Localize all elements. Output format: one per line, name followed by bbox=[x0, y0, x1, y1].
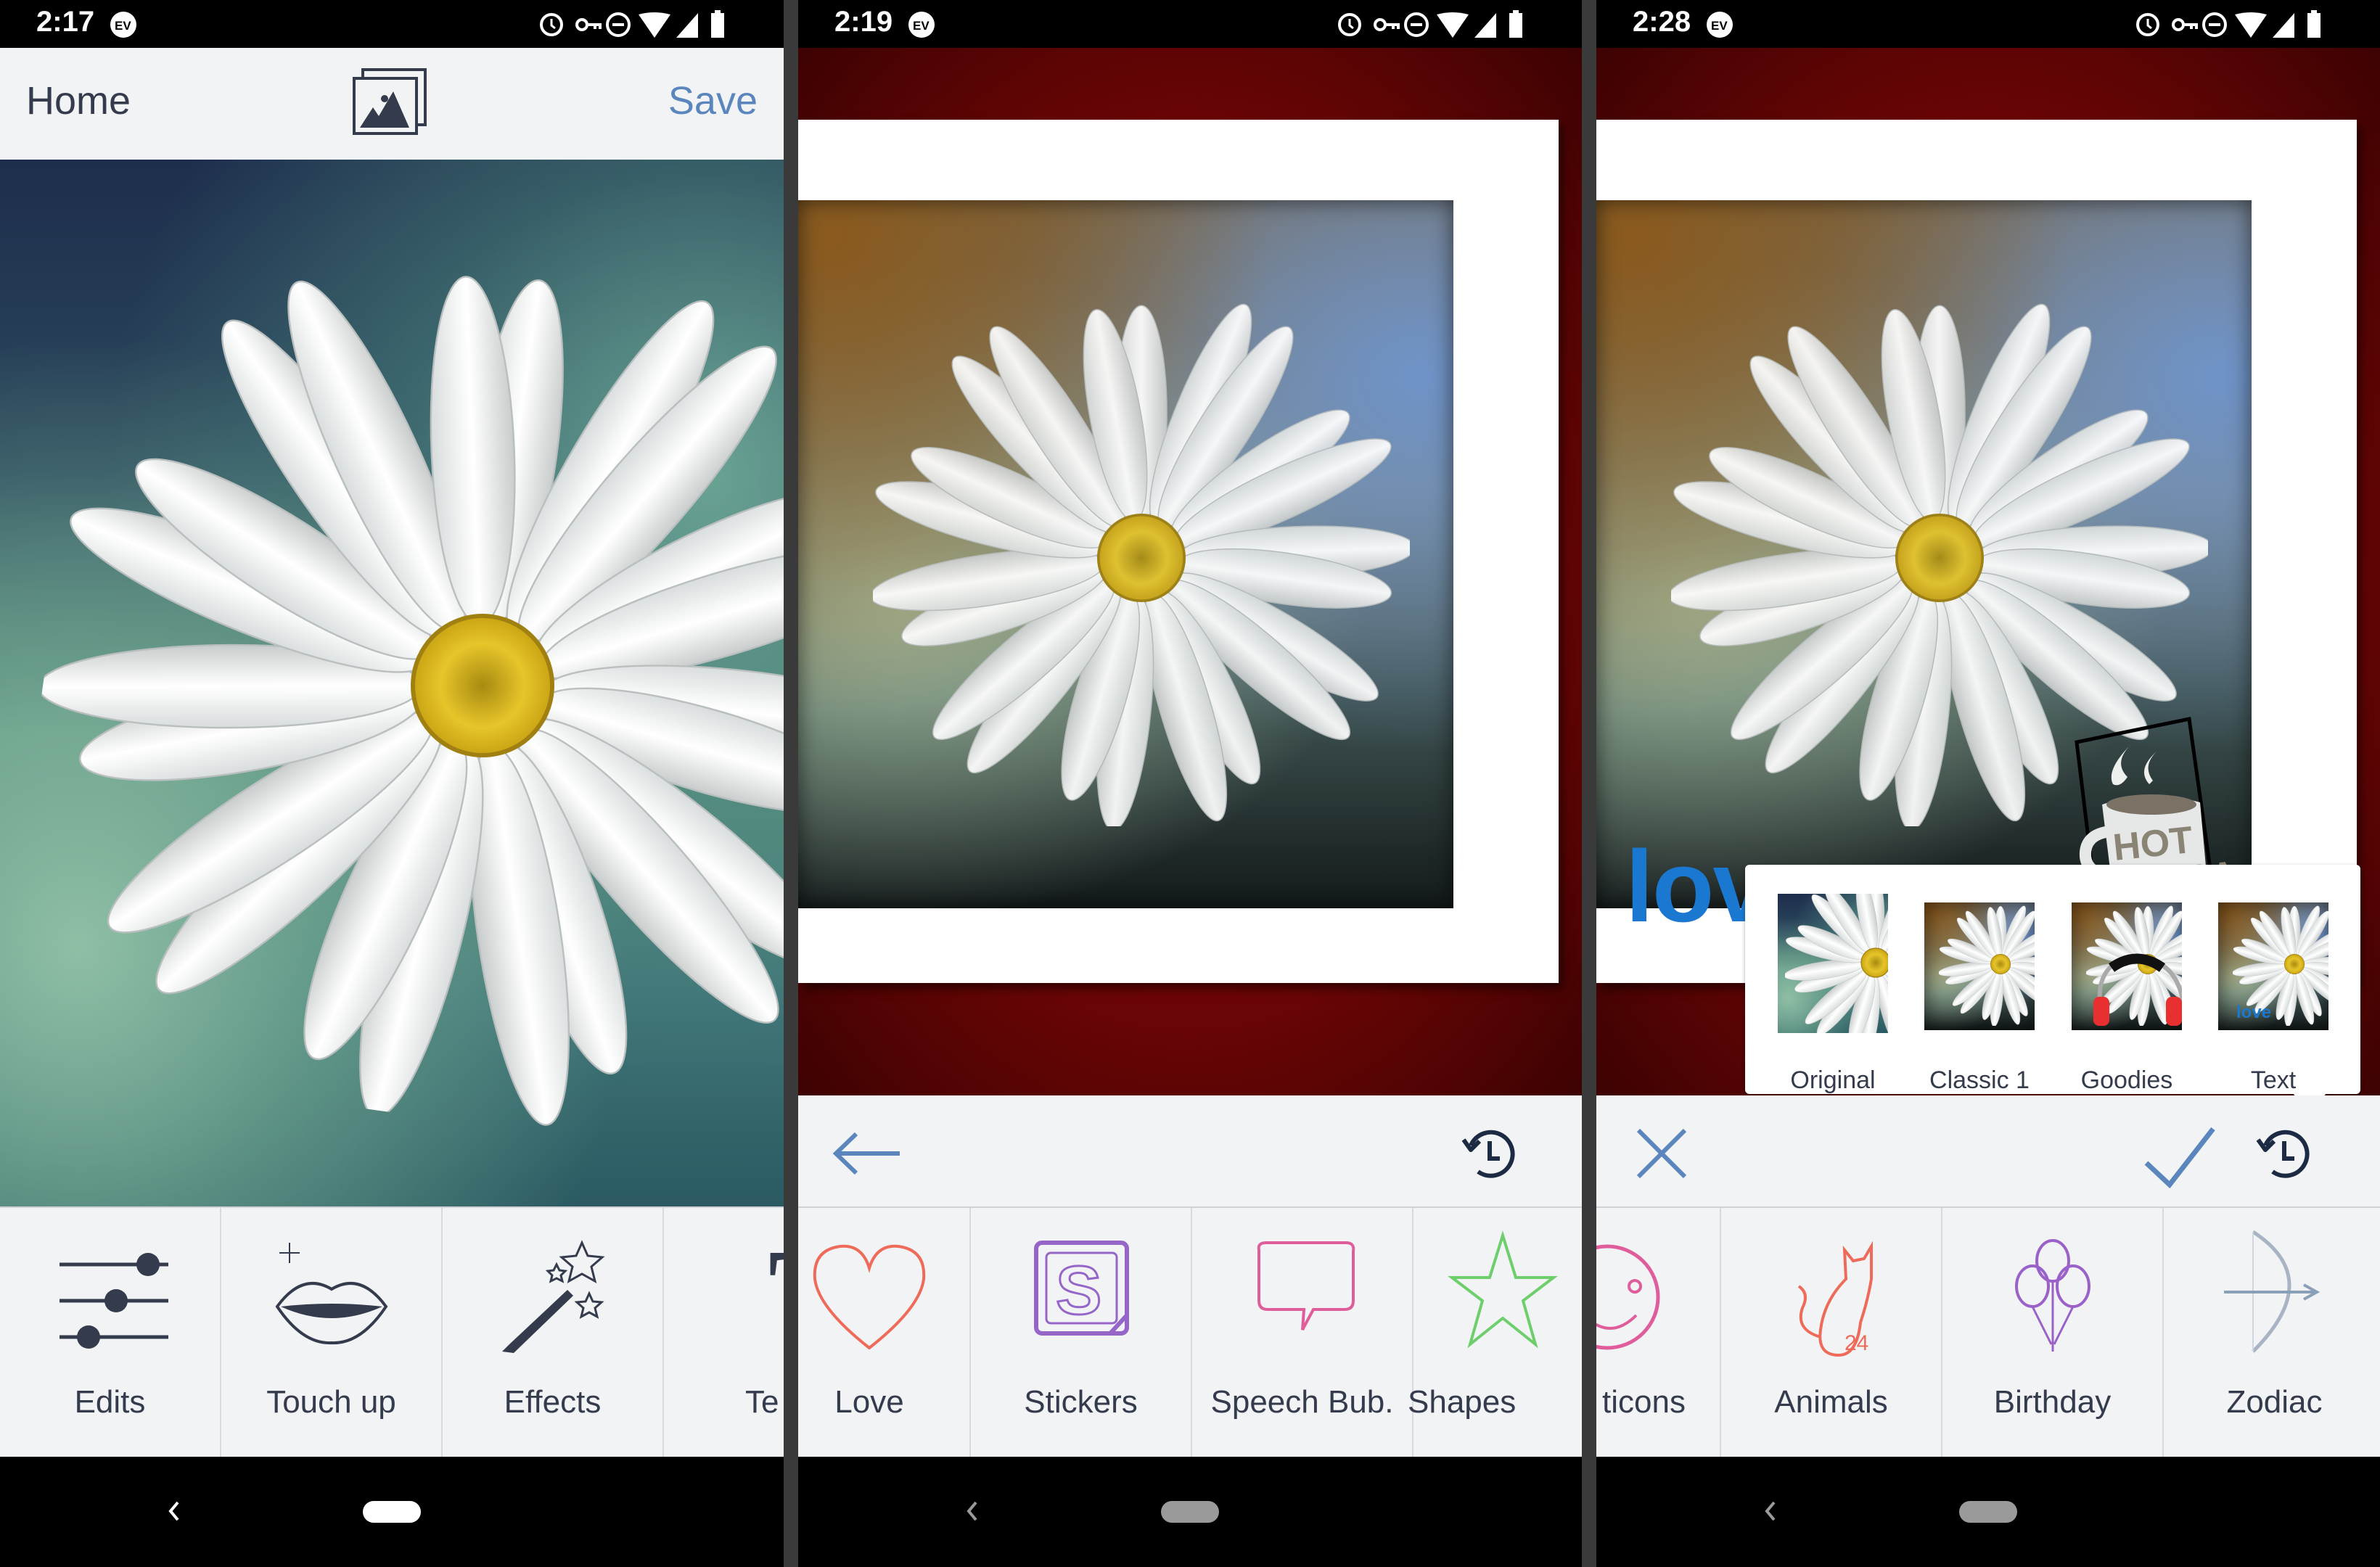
status-time: 2:19 bbox=[834, 6, 893, 38]
status-bar: 2:17 EV bbox=[0, 0, 784, 48]
tool-shapes[interactable]: Shapes bbox=[1408, 1208, 1582, 1458]
history-label: Goodies bbox=[2080, 1066, 2173, 1094]
history-label: Text bbox=[2250, 1066, 2297, 1094]
tool-label: Effects bbox=[504, 1384, 602, 1420]
arrow-left-icon[interactable] bbox=[827, 1128, 907, 1179]
headphones-icon bbox=[2093, 953, 2182, 1026]
history-popup: Original Classic 1 Goodies love Text bbox=[1745, 865, 2360, 1111]
tool-strip: Edits Touch up Effects T Te bbox=[0, 1206, 784, 1458]
history-icon[interactable] bbox=[2249, 1121, 2322, 1190]
tool-strip: Love S Stickers Speech Bub. Shapes bbox=[798, 1206, 1582, 1458]
nav-back-icon[interactable] bbox=[1760, 1497, 1781, 1526]
tool-speech-bubble[interactable]: Speech Bub. bbox=[1192, 1208, 1413, 1458]
tool-label: Touch up bbox=[266, 1384, 396, 1420]
tool-label: Animals bbox=[1774, 1384, 1888, 1420]
svg-text:EV: EV bbox=[913, 19, 930, 33]
check-icon[interactable] bbox=[2141, 1123, 2220, 1188]
nav-home-button[interactable] bbox=[363, 1501, 421, 1523]
daisy-image bbox=[0, 194, 784, 1177]
nav-bar bbox=[0, 1457, 784, 1567]
tool-edits[interactable]: Edits bbox=[0, 1208, 221, 1458]
history-label: Classic 1 bbox=[1929, 1066, 2030, 1094]
tool-touch-up[interactable]: Touch up bbox=[221, 1208, 443, 1458]
tool-strip: ticons 24 Animals Birthday Zodiac bbox=[1596, 1206, 2380, 1458]
thumbnail bbox=[1778, 894, 1888, 1033]
nav-home-button[interactable] bbox=[1959, 1501, 2017, 1523]
nav-back-icon[interactable] bbox=[961, 1497, 983, 1526]
panel-home: 2:17 EV Home Save Edits Touch up Effects… bbox=[0, 0, 784, 1567]
tool-emoticons[interactable]: ticons bbox=[1596, 1208, 1721, 1458]
svg-text:S: S bbox=[1056, 1252, 1101, 1329]
status-time: 2:17 bbox=[36, 6, 95, 38]
tool-label: Stickers bbox=[1024, 1384, 1138, 1420]
status-bar: 2:19 EV bbox=[798, 0, 1582, 48]
editor-toolbar bbox=[798, 1095, 1582, 1206]
nav-back-icon[interactable] bbox=[163, 1497, 185, 1526]
bow-arrow-icon bbox=[2223, 1230, 2320, 1353]
tool-label: Shapes bbox=[1408, 1384, 1517, 1420]
emoticon-icon bbox=[1596, 1244, 1660, 1350]
thumbnail-love-text: love bbox=[2236, 1003, 2272, 1022]
tool-stickers[interactable]: S Stickers bbox=[971, 1208, 1192, 1458]
photo-canvas[interactable] bbox=[0, 160, 784, 1206]
sticker-icon: S bbox=[1033, 1241, 1129, 1336]
ev-icon: EV bbox=[110, 12, 136, 38]
tool-text[interactable]: T Te bbox=[664, 1208, 784, 1458]
tool-love[interactable]: Love bbox=[798, 1208, 971, 1458]
cat-icon: 24 bbox=[1797, 1241, 1873, 1357]
nav-bar bbox=[798, 1457, 1582, 1567]
magic-wand-icon bbox=[501, 1240, 605, 1353]
svg-text:EV: EV bbox=[115, 19, 131, 33]
nav-bar bbox=[1596, 1457, 2380, 1567]
svg-text:EV: EV bbox=[1711, 19, 1728, 33]
status-icons bbox=[2136, 9, 2322, 39]
gallery-icon[interactable] bbox=[353, 68, 428, 135]
panel-frame-editor: 2:19 EV Love S Stickers Speech Bub. Shap… bbox=[798, 0, 1582, 1567]
history-icon[interactable] bbox=[1455, 1121, 1527, 1190]
balloons-icon bbox=[2014, 1239, 2090, 1352]
daisy-image bbox=[873, 293, 1410, 826]
tool-animals[interactable]: 24 Animals bbox=[1721, 1208, 1942, 1458]
tool-label: Birthday bbox=[1993, 1384, 2112, 1420]
svg-text:T: T bbox=[768, 1228, 784, 1359]
status-icons bbox=[540, 9, 726, 39]
tool-label: Edits bbox=[74, 1384, 146, 1420]
app-header: Home Save bbox=[0, 48, 784, 160]
tool-zodiac[interactable]: Zodiac bbox=[2164, 1208, 2380, 1458]
thumbnail: love bbox=[2218, 902, 2328, 1030]
photo-frame[interactable] bbox=[798, 48, 1582, 1095]
tool-label: Speech Bub. bbox=[1210, 1384, 1394, 1420]
lips-icon bbox=[275, 1243, 387, 1345]
heart-icon bbox=[813, 1244, 926, 1350]
nav-home-button[interactable] bbox=[1161, 1501, 1219, 1523]
save-button[interactable]: Save bbox=[668, 78, 758, 123]
svg-text:24: 24 bbox=[1844, 1331, 1868, 1355]
thumbnail bbox=[1924, 902, 2035, 1030]
status-icons bbox=[1338, 9, 1524, 39]
tool-birthday[interactable]: Birthday bbox=[1942, 1208, 2164, 1458]
sliders-icon bbox=[59, 1253, 168, 1349]
tool-label: Love bbox=[834, 1384, 904, 1420]
history-label: Original bbox=[1790, 1066, 1876, 1094]
close-icon[interactable] bbox=[1633, 1124, 1691, 1183]
tool-effects[interactable]: Effects bbox=[443, 1208, 664, 1458]
star-icon bbox=[1447, 1230, 1558, 1349]
photo-canvas[interactable] bbox=[798, 200, 1453, 908]
thumbnail bbox=[2072, 902, 2182, 1030]
tool-label: ticons bbox=[1602, 1384, 1686, 1420]
text-icon: T bbox=[768, 1228, 784, 1359]
ev-icon: EV bbox=[1707, 12, 1733, 38]
panel-history: 2:28 EV love HOT COCOA Original Classic … bbox=[1596, 0, 2380, 1567]
home-button[interactable]: Home bbox=[26, 78, 131, 123]
status-time: 2:28 bbox=[1633, 6, 1691, 38]
tool-label: Te bbox=[745, 1384, 779, 1420]
status-bar: 2:28 EV bbox=[1596, 0, 2380, 48]
tool-label: Zodiac bbox=[2226, 1384, 2323, 1420]
editor-toolbar bbox=[1596, 1095, 2380, 1206]
ev-icon: EV bbox=[908, 12, 935, 38]
speech-bubble-icon bbox=[1257, 1241, 1355, 1330]
